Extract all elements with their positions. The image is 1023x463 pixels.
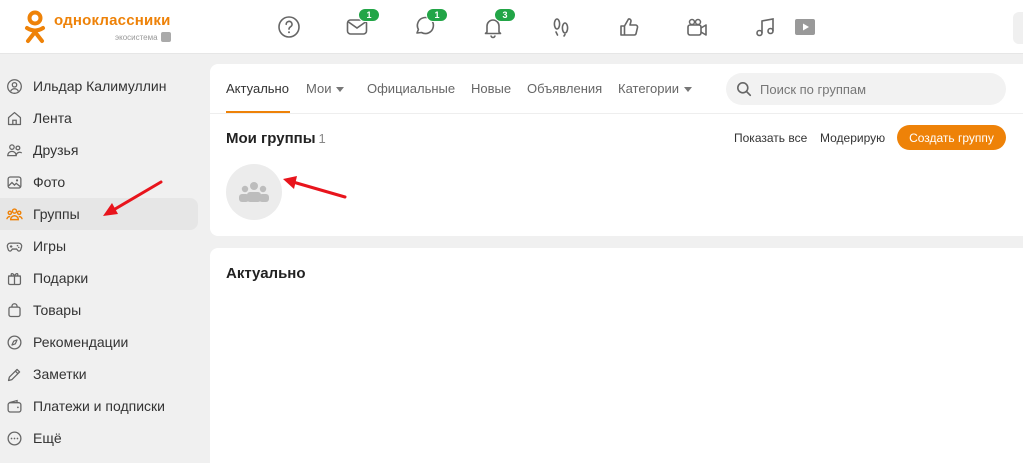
play-icon bbox=[795, 19, 815, 35]
sidebar-item-gifts[interactable]: Подарки bbox=[0, 262, 200, 294]
header-right-control[interactable] bbox=[1013, 12, 1023, 44]
sidebar-item-groups[interactable]: Группы bbox=[0, 198, 198, 230]
actual-feed-card: Актуально bbox=[210, 248, 1023, 463]
sidebar-item-label: Заметки bbox=[33, 366, 87, 382]
group-avatar[interactable] bbox=[226, 164, 282, 220]
more-icon bbox=[5, 429, 23, 447]
sidebar-item-label: Группы bbox=[33, 206, 80, 222]
video-camera-icon bbox=[687, 18, 707, 36]
notifications-button[interactable]: 3 bbox=[480, 8, 516, 40]
tab-mine[interactable]: Мои bbox=[306, 81, 345, 96]
group-placeholder-icon bbox=[239, 182, 269, 202]
sidebar-item-goods[interactable]: Товары bbox=[0, 294, 200, 326]
sidebar-item-payments[interactable]: Платежи и подписки bbox=[0, 390, 200, 422]
guests-button[interactable] bbox=[548, 14, 574, 40]
create-group-button[interactable]: Создать группу bbox=[897, 125, 1006, 150]
tab-label: Мои bbox=[306, 81, 332, 96]
sidebar-item-label: Игры bbox=[33, 238, 67, 254]
sidebar-item-label: Подарки bbox=[33, 270, 89, 286]
left-sidebar: Ильдар Калимуллин Лента Друзья Фото Груп… bbox=[0, 70, 200, 454]
vk-icon bbox=[160, 32, 171, 42]
my-groups-count: 1 bbox=[318, 131, 326, 146]
home-icon bbox=[5, 109, 23, 127]
discussions-badge: 1 bbox=[426, 8, 448, 22]
actual-feed-title: Актуально bbox=[226, 265, 306, 282]
notifications-badge: 3 bbox=[494, 8, 516, 22]
logo-name: одноклассники bbox=[54, 12, 171, 29]
sidebar-item-games[interactable]: Игры bbox=[0, 230, 200, 262]
sidebar-item-label: Платежи и подписки bbox=[33, 398, 165, 414]
top-header: одноклассники экосистема 1 1 3 bbox=[0, 0, 1023, 54]
sidebar-item-label: Ильдар Калимуллин bbox=[33, 78, 167, 94]
like-icon bbox=[620, 18, 639, 36]
tab-new[interactable]: Новые bbox=[471, 81, 511, 96]
sidebar-item-more[interactable]: Ещё bbox=[0, 422, 200, 454]
messages-badge: 1 bbox=[358, 8, 380, 22]
music-button[interactable] bbox=[752, 14, 778, 40]
sidebar-item-label: Фото bbox=[33, 174, 66, 190]
tab-official[interactable]: Официальные bbox=[367, 81, 455, 96]
chevron-down-icon bbox=[684, 86, 692, 92]
groups-icon bbox=[5, 205, 23, 223]
photo-icon bbox=[5, 173, 23, 191]
video-button[interactable] bbox=[684, 14, 710, 40]
help-icon[interactable] bbox=[276, 14, 302, 40]
group-search[interactable] bbox=[726, 73, 1006, 105]
tab-label: Новые bbox=[471, 81, 512, 96]
tab-categories[interactable]: Категории bbox=[618, 81, 692, 96]
events-button[interactable] bbox=[616, 14, 642, 40]
tab-label: Актуально bbox=[226, 81, 289, 96]
friends-icon bbox=[5, 141, 23, 159]
discussions-button[interactable]: 1 bbox=[412, 8, 448, 40]
music-icon bbox=[756, 18, 774, 37]
gift-icon bbox=[5, 269, 23, 287]
show-all-link[interactable]: Показать все bbox=[734, 131, 807, 145]
sidebar-item-label: Лента bbox=[33, 110, 72, 126]
sidebar-item-feed[interactable]: Лента bbox=[0, 102, 200, 134]
groups-tabs: Актуально Мои Официальные Новые Объявлен… bbox=[210, 64, 1023, 114]
footprints-icon bbox=[553, 18, 569, 37]
tab-actual[interactable]: Актуально bbox=[226, 81, 289, 96]
user-icon bbox=[5, 77, 23, 95]
pencil-icon bbox=[5, 365, 23, 383]
tab-label: Официальные bbox=[367, 81, 456, 96]
sidebar-item-profile[interactable]: Ильдар Калимуллин bbox=[0, 70, 200, 102]
logo-subtitle: экосистема bbox=[115, 32, 158, 42]
sidebar-item-friends[interactable]: Друзья bbox=[0, 134, 200, 166]
ok-logo[interactable]: одноклассники экосистема bbox=[24, 10, 171, 44]
active-tab-underline bbox=[226, 111, 290, 113]
sidebar-item-label: Ещё bbox=[33, 430, 62, 446]
search-icon bbox=[737, 82, 752, 97]
gamepad-icon bbox=[5, 237, 23, 255]
my-groups-heading: Мои группы 1 bbox=[226, 130, 326, 147]
sidebar-item-photo[interactable]: Фото bbox=[0, 166, 200, 198]
tab-label: Категории bbox=[618, 81, 679, 96]
media-button[interactable] bbox=[792, 14, 818, 40]
ok-logo-icon bbox=[24, 10, 46, 44]
search-input[interactable] bbox=[760, 81, 990, 97]
sidebar-item-label: Товары bbox=[33, 302, 82, 318]
tab-label: Объявления bbox=[527, 81, 603, 96]
moderate-link[interactable]: Модерирую bbox=[820, 131, 885, 145]
messages-button[interactable]: 1 bbox=[344, 8, 380, 40]
wallet-icon bbox=[5, 397, 23, 415]
sidebar-item-notes[interactable]: Заметки bbox=[0, 358, 200, 390]
groups-card: Актуально Мои Официальные Новые Объявлен… bbox=[210, 64, 1023, 236]
compass-icon bbox=[5, 333, 23, 351]
my-groups-title: Мои группы bbox=[226, 130, 316, 147]
sidebar-item-label: Друзья bbox=[33, 142, 79, 158]
sidebar-item-recommendations[interactable]: Рекомендации bbox=[0, 326, 200, 358]
sidebar-item-label: Рекомендации bbox=[33, 334, 129, 350]
bag-icon bbox=[5, 301, 23, 319]
chevron-down-icon bbox=[336, 86, 345, 92]
tab-ads[interactable]: Объявления bbox=[527, 81, 602, 96]
